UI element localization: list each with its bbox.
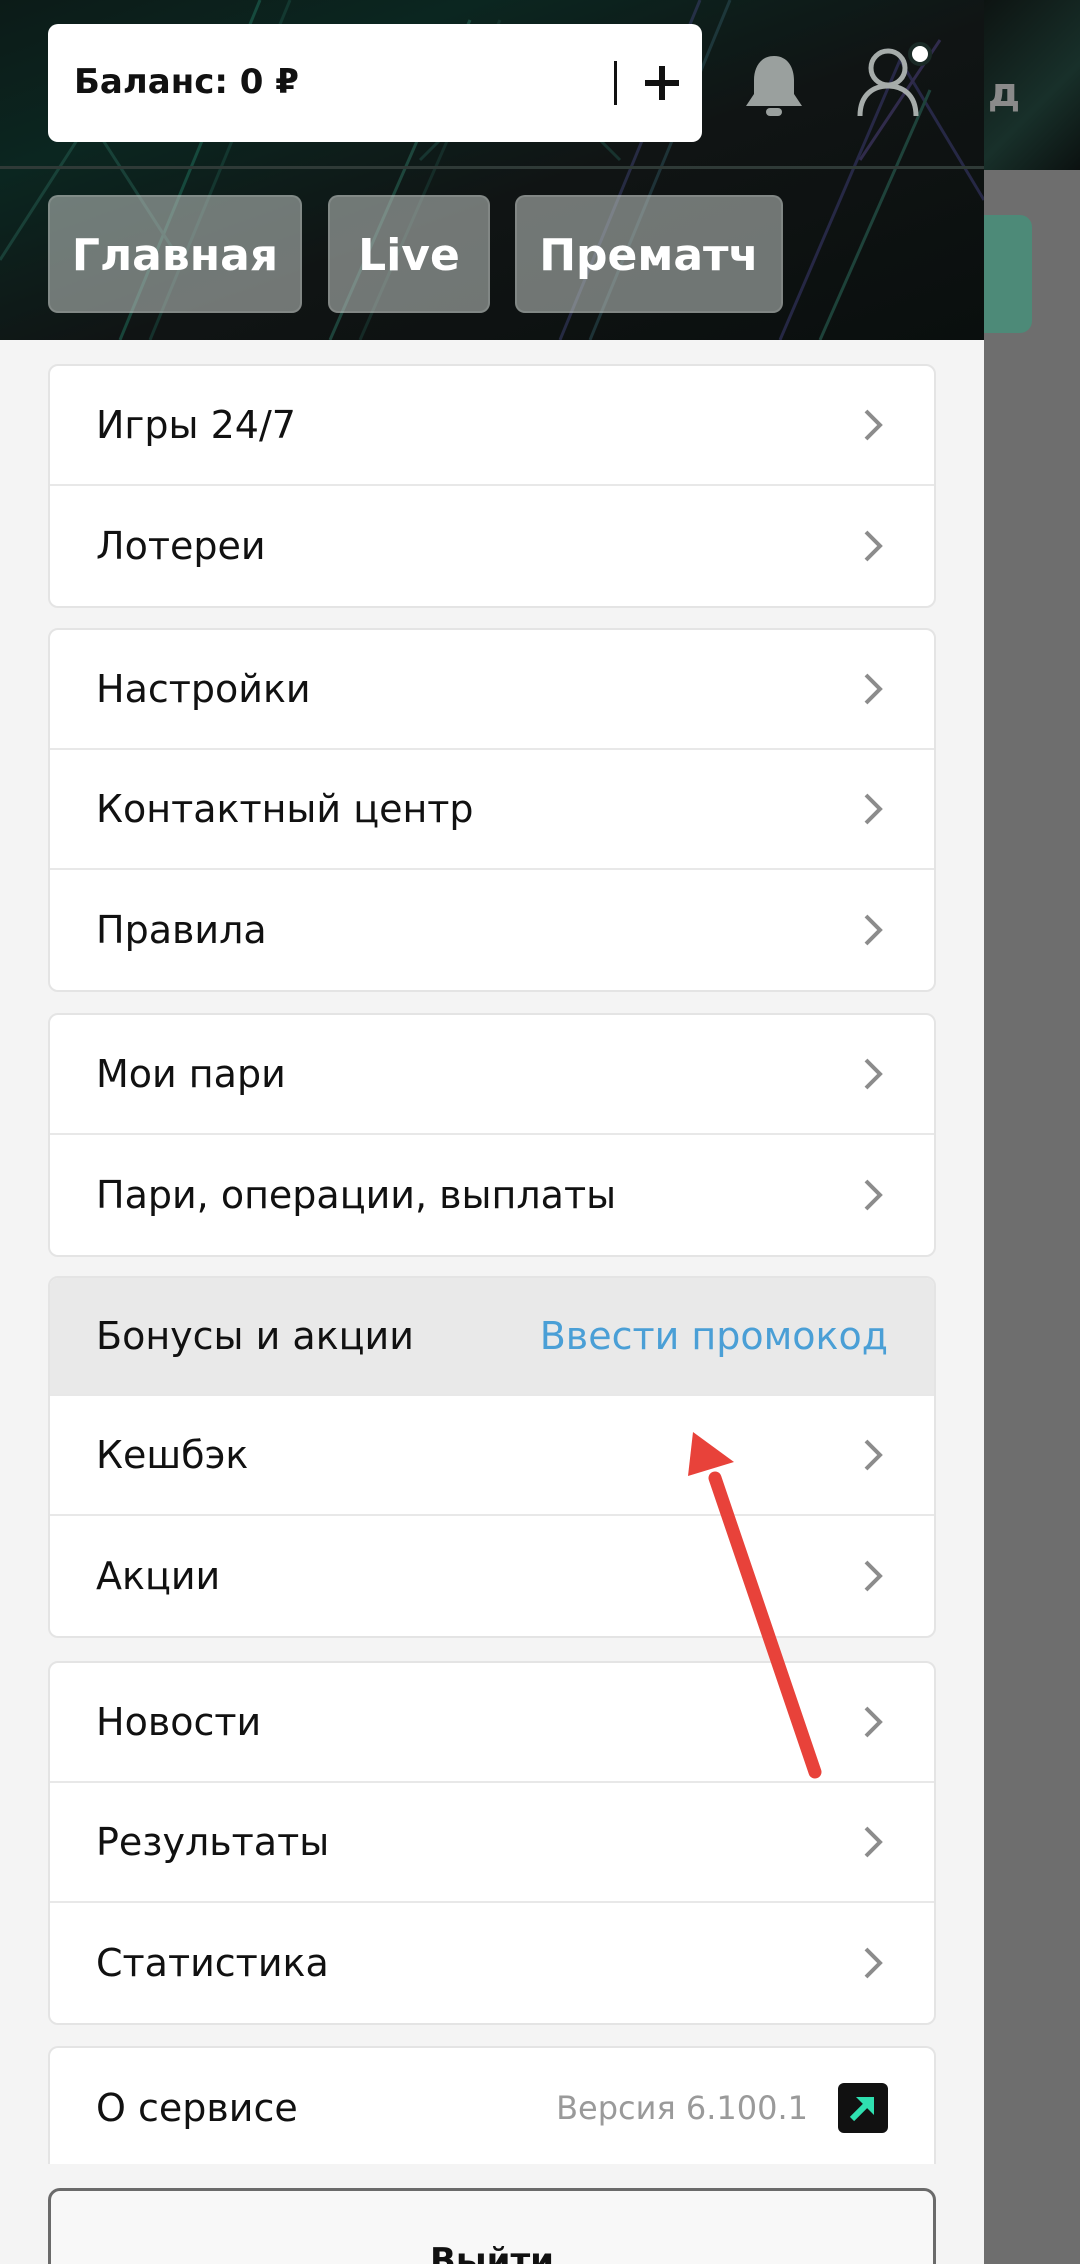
balance-separator bbox=[614, 61, 617, 105]
chevron-right-icon bbox=[864, 1706, 883, 1738]
menu-item-rules[interactable]: Правила bbox=[50, 870, 934, 990]
menu-item-cashback[interactable]: Кешбэк bbox=[50, 1396, 934, 1516]
balance-widget[interactable]: Баланс: 0 ₽ bbox=[48, 24, 702, 142]
app-version: Версия 6.100.1 bbox=[556, 2089, 808, 2127]
profile-button[interactable] bbox=[852, 36, 938, 122]
bonuses-header-row: Бонусы и акции Ввести промокод bbox=[50, 1278, 934, 1396]
notifications-button[interactable] bbox=[738, 50, 810, 122]
background-page-letter: д bbox=[987, 70, 1021, 116]
menu-item-news[interactable]: Новости bbox=[50, 1663, 934, 1783]
menu-group-settings: Настройки Контактный центр Правила bbox=[48, 628, 936, 992]
chevron-right-icon bbox=[864, 673, 883, 705]
menu-item-label: Акции bbox=[96, 1554, 221, 1598]
menu-item-label: Кешбэк bbox=[96, 1433, 249, 1477]
menu-item-label: Контактный центр bbox=[96, 787, 474, 831]
menu-group-info: Новости Результаты Статистика bbox=[48, 1661, 936, 2025]
menu-item-operations[interactable]: Пари, операции, выплаты bbox=[50, 1135, 934, 1255]
tab-home[interactable]: Главная bbox=[48, 195, 302, 313]
chevron-right-icon bbox=[864, 409, 883, 441]
menu-item-label: О сервисе bbox=[96, 2086, 298, 2130]
menu-header: Баланс: 0 ₽ Главная Live Прематч bbox=[0, 0, 984, 340]
side-menu-panel: Баланс: 0 ₽ Главная Live Прематч Игры 24… bbox=[0, 0, 984, 2264]
chevron-right-icon bbox=[864, 1826, 883, 1858]
menu-item-statistics[interactable]: Статистика bbox=[50, 1903, 934, 2023]
chevron-right-icon bbox=[864, 1058, 883, 1090]
menu-item-games[interactable]: Игры 24/7 bbox=[50, 366, 934, 486]
user-icon bbox=[857, 42, 932, 117]
external-link-icon bbox=[838, 2083, 888, 2133]
chevron-right-icon bbox=[864, 793, 883, 825]
menu-item-label: Лотереи bbox=[96, 524, 266, 568]
background-page-tab bbox=[984, 215, 1032, 333]
chevron-right-icon bbox=[864, 1179, 883, 1211]
screen: д Баланс: 0 ₽ Главная Live Прематч Игры … bbox=[0, 0, 1080, 2264]
menu-item-label: Результаты bbox=[96, 1820, 330, 1864]
menu-group-bets: Мои пари Пари, операции, выплаты bbox=[48, 1013, 936, 1257]
enter-promo-code-link[interactable]: Ввести промокод bbox=[540, 1314, 888, 1358]
bell-icon bbox=[746, 56, 802, 116]
plus-icon bbox=[645, 66, 679, 100]
menu-item-promotions[interactable]: Акции bbox=[50, 1516, 934, 1636]
menu-item-results[interactable]: Результаты bbox=[50, 1783, 934, 1903]
balance-label: Баланс: 0 ₽ bbox=[74, 62, 299, 102]
chevron-right-icon bbox=[864, 1560, 883, 1592]
logout-button[interactable]: Выйти bbox=[48, 2188, 936, 2264]
menu-group-bonuses: Бонусы и акции Ввести промокод Кешбэк Ак… bbox=[48, 1276, 936, 1638]
tab-live[interactable]: Live bbox=[328, 195, 490, 313]
menu-item-my-bets[interactable]: Мои пари bbox=[50, 1015, 934, 1135]
menu-item-lotteries[interactable]: Лотереи bbox=[50, 486, 934, 606]
chevron-right-icon bbox=[864, 914, 883, 946]
menu-item-about[interactable]: О сервисе Версия 6.100.1 bbox=[50, 2048, 934, 2164]
menu-group-games: Игры 24/7 Лотереи bbox=[48, 364, 936, 608]
tab-prematch[interactable]: Прематч bbox=[515, 195, 783, 313]
menu-item-label: Новости bbox=[96, 1700, 262, 1744]
menu-item-label: Правила bbox=[96, 908, 267, 952]
menu-item-settings[interactable]: Настройки bbox=[50, 630, 934, 750]
menu-item-contact-center[interactable]: Контактный центр bbox=[50, 750, 934, 870]
menu-item-label: Игры 24/7 bbox=[96, 403, 296, 447]
menu-group-about: О сервисе Версия 6.100.1 bbox=[48, 2046, 936, 2164]
menu-item-label: Настройки bbox=[96, 667, 311, 711]
menu-item-label: Пари, операции, выплаты bbox=[96, 1173, 617, 1217]
bonuses-title: Бонусы и акции bbox=[96, 1314, 414, 1358]
background-page-overlay[interactable]: д bbox=[984, 0, 1080, 2264]
chevron-right-icon bbox=[864, 1439, 883, 1471]
chevron-right-icon bbox=[864, 1947, 883, 1979]
add-funds-button[interactable] bbox=[632, 46, 692, 120]
chevron-right-icon bbox=[864, 530, 883, 562]
header-divider bbox=[0, 166, 984, 169]
menu-item-label: Мои пари bbox=[96, 1052, 286, 1096]
menu-item-label: Статистика bbox=[96, 1941, 329, 1985]
